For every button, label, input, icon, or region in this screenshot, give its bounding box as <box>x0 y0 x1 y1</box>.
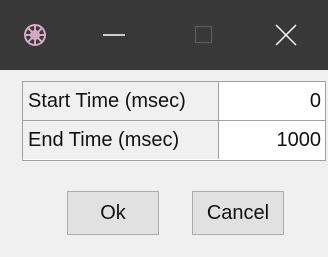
minimize-button[interactable] <box>70 0 158 70</box>
param-row-end-time: End Time (msec) 1000 <box>23 121 325 159</box>
app-knot-icon <box>22 22 48 48</box>
cancel-button[interactable]: Cancel <box>192 191 284 235</box>
start-time-label: Start Time (msec) <box>23 82 219 120</box>
maximize-icon <box>194 25 213 44</box>
end-time-label: End Time (msec) <box>23 121 219 159</box>
ok-button[interactable]: Ok <box>67 191 159 235</box>
end-time-field[interactable]: 1000 <box>220 121 325 159</box>
param-row-start-time: Start Time (msec) 0 <box>23 82 325 120</box>
dialog-window: Start Time (msec) 0 End Time (msec) 1000… <box>0 0 328 257</box>
maximize-button[interactable] <box>158 0 246 70</box>
minimize-icon <box>103 34 125 36</box>
parameter-table: Start Time (msec) 0 End Time (msec) 1000 <box>22 81 326 161</box>
start-time-field[interactable]: 0 <box>220 82 325 120</box>
title-bar[interactable] <box>0 0 328 70</box>
close-icon <box>275 24 297 46</box>
close-button[interactable] <box>246 0 328 70</box>
